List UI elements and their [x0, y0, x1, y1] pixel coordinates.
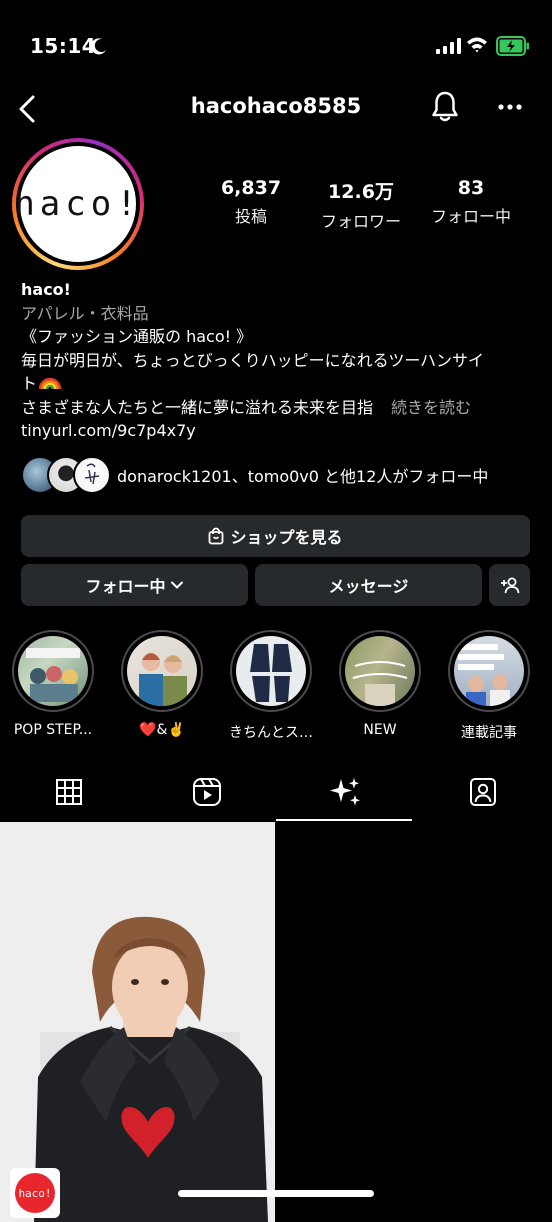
reels-icon: [193, 778, 221, 806]
bio-line: 毎日が明日が、ちょっとびっくりハッピーになれるツーハンサイ: [21, 350, 485, 370]
highlight-label: NEW: [363, 722, 397, 738]
tab-guides[interactable]: [276, 764, 414, 820]
profile-stats: 6,837 投稿 12.6万 フォロワー 83 フォロー中: [196, 177, 526, 232]
message-label: メッセージ: [328, 577, 409, 596]
mutual-avatars: [21, 456, 111, 494]
profile-header: hacohaco8585: [0, 84, 552, 134]
following-label: フォロー中: [85, 577, 166, 596]
profile-name: haco!: [21, 280, 71, 299]
profile-avatar[interactable]: haco!: [12, 138, 144, 270]
tab-reels[interactable]: [138, 764, 276, 820]
post-thumbnail[interactable]: [0, 822, 275, 1222]
stat-label: 投稿: [234, 207, 267, 226]
bio-line: ト: [21, 372, 541, 396]
followed-by[interactable]: donarock1201、tomo0v0 と他12人がフォロー中: [21, 456, 541, 494]
highlight-label: ❤️&✌️: [139, 722, 185, 738]
active-tab-indicator: [276, 819, 412, 821]
header-username: hacohaco8585: [190, 94, 362, 118]
following-button[interactable]: フォロー中: [21, 564, 248, 606]
home-indicator[interactable]: [178, 1190, 374, 1197]
avatar-logo-text: haco!: [14, 146, 137, 262]
bio-line: 《ファッション通販の haco! 》: [21, 327, 253, 346]
tab-tagged[interactable]: [414, 764, 552, 820]
profile-tabs: [0, 764, 552, 822]
profile-bio: haco! アパレル・衣料品 《ファッション通販の haco! 》 毎日が明日が…: [21, 278, 541, 443]
highlight-label: きちんとス…: [229, 725, 313, 741]
wifi-icon: [467, 37, 487, 53]
message-button[interactable]: メッセージ: [255, 564, 482, 606]
profile-category: アパレル・衣料品: [21, 303, 149, 323]
status-bar: 15:14: [0, 0, 552, 90]
rainbow-emoji-icon: [39, 377, 62, 390]
chevron-down-icon: [170, 581, 183, 589]
battery-icon: [496, 36, 529, 56]
stat-label: フォロワー: [320, 212, 401, 231]
add-person-icon: [500, 577, 519, 594]
view-shop-button[interactable]: ショップを見る: [21, 515, 530, 557]
story-highlights: POP STEP... ❤️&✌️ きちんとス… NEW 連載記事: [0, 630, 552, 750]
mutual-avatar: [73, 456, 111, 494]
grid-icon: [56, 779, 82, 805]
post-photo: [0, 822, 275, 1222]
moon-icon: [90, 38, 106, 55]
stat-following[interactable]: 83 フォロー中: [416, 177, 526, 232]
suggested-users-button[interactable]: [489, 564, 530, 606]
brand-badge-text: haco!: [15, 1173, 55, 1213]
shopping-bag-icon: [209, 527, 224, 545]
stat-value: 6,837: [220, 177, 282, 199]
stat-label: フォロー中: [430, 207, 511, 226]
bell-icon[interactable]: [430, 90, 460, 124]
highlight-label: POP STEP...: [13, 722, 93, 738]
view-shop-label: ショップを見る: [230, 528, 343, 547]
tagged-person-icon: [470, 778, 496, 806]
bio-line-text: さまざまな人たちと一緒に夢に溢れる未来を目指: [21, 397, 374, 417]
stat-followers[interactable]: 12.6万 フォロワー: [306, 177, 416, 232]
tab-posts-grid[interactable]: [0, 764, 138, 820]
bio-line-text: ト: [21, 374, 38, 393]
stat-value: 12.6万: [328, 181, 394, 203]
profile-link[interactable]: tinyurl.com/9c7p4x7y: [21, 419, 541, 443]
brand-badge: haco!: [10, 1168, 60, 1218]
bio-line: さまざまな人たちと一緒に夢に溢れる未来を目指 続きを読む: [21, 396, 541, 420]
read-more-link[interactable]: 続きを読む: [391, 398, 471, 417]
status-time: 15:14: [30, 34, 97, 58]
cellular-signal-icon: [436, 38, 461, 54]
stat-value: 83: [457, 177, 485, 199]
stat-posts[interactable]: 6,837 投稿: [196, 177, 306, 232]
sparkles-icon: [330, 778, 360, 806]
followed-by-text: donarock1201、tomo0v0 と他12人がフォロー中: [117, 467, 489, 486]
highlight-label: 連載記事: [461, 725, 517, 741]
more-options-icon[interactable]: [496, 102, 524, 112]
